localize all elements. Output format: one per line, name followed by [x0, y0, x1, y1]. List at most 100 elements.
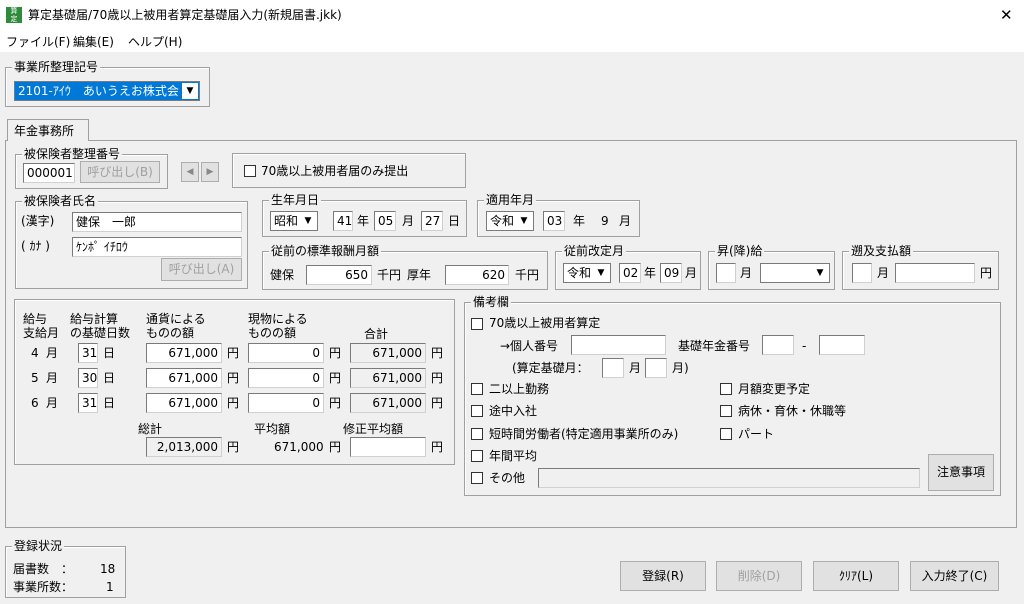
multi-label: 二以上勤務 — [489, 382, 550, 396]
row-month-unit: 月 — [46, 346, 59, 360]
row-days-input[interactable]: 31 — [78, 343, 98, 363]
base-month-2-input[interactable] — [645, 358, 667, 378]
multi-checkbox[interactable] — [471, 383, 483, 395]
over70-checkbox[interactable] — [471, 318, 483, 330]
row-days-input[interactable]: 30 — [78, 368, 98, 388]
indiv-number-input[interactable] — [571, 335, 666, 355]
birth-day-input[interactable]: 27 — [421, 211, 443, 231]
kenpo-label: 健保 — [270, 268, 295, 282]
short-checkbox[interactable] — [471, 428, 483, 440]
other-input[interactable] — [538, 468, 920, 488]
call-b-button[interactable]: 呼び出し(B) — [80, 161, 160, 183]
row-cash-input[interactable]: 671,000 — [146, 393, 222, 413]
chevron-down-icon: ▼ — [520, 216, 528, 226]
birth-month-input[interactable]: 05 — [374, 211, 396, 231]
part-checkbox[interactable] — [720, 428, 732, 440]
prev-rev-legend: 従前改定月 — [562, 244, 627, 258]
prev-rev-year-input[interactable]: 02 — [619, 263, 641, 283]
register-button[interactable]: 登録(R) — [620, 561, 706, 591]
row-total-yen: 円 — [431, 371, 444, 385]
row-cash-input[interactable]: 671,000 — [146, 343, 222, 363]
retro-month-input[interactable] — [852, 263, 872, 283]
menu-edit[interactable]: 編集(E) — [73, 35, 114, 49]
kosei-unit: 千円 — [515, 268, 540, 282]
finish-button[interactable]: 入力終了(C) — [910, 561, 999, 591]
row-month-unit: 月 — [46, 371, 59, 385]
next-arrow-icon[interactable]: ▶ — [201, 162, 219, 182]
status-legend: 登録状況 — [12, 539, 65, 553]
row-total-yen: 円 — [431, 346, 444, 360]
insured-no-legend: 被保険者整理番号 — [22, 147, 123, 161]
mod-label: 修正平均額 — [343, 422, 404, 436]
row-days-unit: 日 — [103, 346, 116, 360]
basic-label: 基礎年金番号 — [678, 339, 751, 353]
menu-file[interactable]: ファイル(F) — [6, 35, 70, 49]
prev-rev-month-input[interactable]: 09 — [660, 263, 682, 283]
tab-pension-office[interactable]: 年金事務所 — [7, 119, 89, 141]
base-month-1-input[interactable] — [602, 358, 624, 378]
kenpo-input[interactable]: 650 — [306, 265, 372, 285]
office-group: 事業所整理記号 2101-ｱｲｳ あいうえお株式会 ▼ — [5, 60, 210, 107]
row-kind-input[interactable]: 0 — [248, 393, 324, 413]
row-month: 6 — [31, 396, 39, 410]
basic-no-1-input[interactable] — [762, 335, 794, 355]
leave-checkbox[interactable] — [720, 405, 732, 417]
birth-era-select[interactable]: 昭和 ▼ — [270, 211, 318, 231]
h-month-2: 支給月 — [23, 326, 60, 340]
raise-month-input[interactable] — [716, 263, 736, 283]
call-a-button[interactable]: 呼び出し(A) — [161, 258, 242, 281]
row-cash-input[interactable]: 671,000 — [146, 368, 222, 388]
raise-select[interactable]: ▼ — [760, 263, 830, 283]
row-days-unit: 日 — [103, 371, 116, 385]
retro-amount-input[interactable] — [895, 263, 975, 283]
prev-arrow-icon[interactable]: ◀ — [181, 162, 199, 182]
change-checkbox[interactable] — [720, 383, 732, 395]
raise-legend: 昇(降)給 — [715, 244, 765, 258]
row-kind-yen: 円 — [329, 346, 342, 360]
row-month: 4 — [31, 346, 39, 360]
insured-no-input[interactable]: 000001 — [23, 163, 75, 183]
office-select[interactable]: 2101-ｱｲｳ あいうえお株式会 ▼ — [14, 81, 200, 101]
apply-legend: 適用年月 — [484, 193, 537, 207]
tab-label: 年金事務所 — [14, 124, 75, 138]
window-title: 算定基礎届/70歳以上被用者算定基礎届入力(新規届書.jkk) — [28, 8, 342, 22]
birth-year-unit: 年 — [357, 214, 370, 228]
row-days-unit: 日 — [103, 396, 116, 410]
annual-checkbox[interactable] — [471, 450, 483, 462]
clear-button[interactable]: ｸﾘｱ(L) — [813, 561, 899, 591]
retro-yen: 円 — [980, 266, 993, 280]
retro-legend: 遡及支払額 — [849, 244, 914, 258]
kana-name-input[interactable]: ｹﾝﾎﾟ ｲﾁﾛｳ — [72, 237, 242, 257]
only70-checkbox[interactable] — [244, 165, 256, 177]
row-kind-input[interactable]: 0 — [248, 343, 324, 363]
kosei-input[interactable]: 620 — [445, 265, 509, 285]
h-total: 合計 — [364, 327, 389, 341]
birth-year-input[interactable]: 41 — [333, 211, 353, 231]
h-days-1: 給与計算 — [70, 312, 119, 326]
other-label: その他 — [489, 471, 526, 485]
notice-button[interactable]: 注意事項 — [928, 454, 994, 491]
mod-yen: 円 — [431, 440, 444, 454]
row-month-unit: 月 — [46, 396, 59, 410]
row-days-input[interactable]: 31 — [78, 393, 98, 413]
row-kind-input[interactable]: 0 — [248, 368, 324, 388]
mid-checkbox[interactable] — [471, 405, 483, 417]
menu-help[interactable]: ヘルプ(H) — [128, 35, 182, 49]
kanji-name-input[interactable]: 健保 一郎 — [72, 212, 242, 232]
close-icon[interactable]: ✕ — [1000, 6, 1013, 24]
mod-avg-input[interactable] — [350, 437, 426, 457]
apply-year-input[interactable]: 03 — [543, 211, 565, 231]
apply-era-select[interactable]: 令和 ▼ — [486, 211, 534, 231]
prev-std-legend: 従前の標準報酬月額 — [269, 244, 382, 258]
title-bar: 算定 算定基礎届/70歳以上被用者算定基礎届入力(新規届書.jkk) ✕ — [0, 0, 1024, 30]
h-cash-1: 通貨による — [146, 312, 206, 326]
birth-legend: 生年月日 — [269, 193, 322, 207]
delete-button[interactable]: 削除(D) — [716, 561, 802, 591]
base-month-1-unit: 月 — [629, 361, 642, 375]
other-checkbox[interactable] — [471, 472, 483, 484]
apply-month: 9 — [601, 214, 609, 228]
prev-rev-era-select[interactable]: 令和 ▼ — [563, 263, 611, 283]
chevron-down-icon: ▼ — [816, 268, 824, 278]
menu-bar: ファイル(F) 編集(E) ヘルプ(H) — [0, 30, 1024, 52]
basic-no-2-input[interactable] — [819, 335, 865, 355]
